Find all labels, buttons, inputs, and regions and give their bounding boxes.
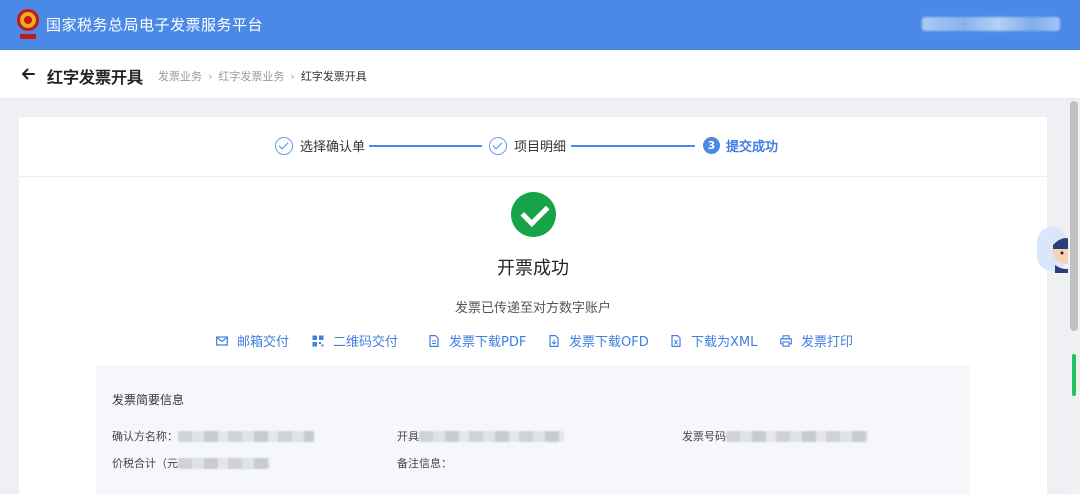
invoice-summary-panel: 发票简要信息 确认方名称： 开具 发票号码 价税合计（元 备注信息： [96, 365, 970, 494]
result-subtitle: 发票已传递至对方数字账户 [454, 301, 611, 316]
user-info-redacted[interactable] [922, 17, 1060, 31]
breadcrumb-item[interactable]: 红字发票业务 [218, 68, 284, 84]
step-connector [571, 145, 695, 147]
breadcrumb-item[interactable]: 发票业务 [158, 68, 202, 84]
app-title: 国家税务总局电子发票服务平台 [46, 16, 264, 34]
top-bar: 国家税务总局电子发票服务平台 [0, 0, 1080, 50]
check-circle-icon [275, 136, 293, 155]
redacted-value [726, 430, 868, 442]
progress-steps: 选择确认单 项目明细 3 提交成功 [19, 117, 1047, 177]
field-label: 确认方名称： [112, 430, 178, 443]
vertical-scrollbar[interactable] [1068, 99, 1080, 494]
step-label: 选择确认单 [300, 140, 366, 155]
action-label: 发票下载PDF [449, 335, 527, 350]
step-label: 提交成功 [726, 140, 779, 155]
pdf-file-icon [429, 334, 439, 347]
remark-field: 备注信息： [397, 455, 452, 471]
printer-icon [780, 334, 792, 347]
action-label: 二维码交付 [333, 335, 399, 350]
download-xml-button[interactable]: 下载为XML [670, 331, 757, 350]
print-invoice-button[interactable]: 发票打印 [780, 331, 853, 350]
breadcrumb: 发票业务 › 红字发票业务 › 红字发票开具 [158, 68, 367, 84]
tax-emblem-logo [17, 9, 39, 39]
issue-date-field: 开具 [397, 428, 564, 444]
field-label: 发票号码 [682, 430, 726, 443]
field-label: 开具 [397, 430, 419, 443]
qrcode-delivery-button[interactable]: 二维码交付 [312, 331, 398, 350]
mail-icon [216, 335, 228, 346]
ofd-file-icon [549, 334, 559, 347]
success-check-icon [511, 192, 556, 237]
field-label: 价税合计（元 [112, 457, 178, 470]
action-label: 邮箱交付 [237, 335, 290, 350]
step-connector [369, 145, 482, 147]
main-card: 选择确认单 项目明细 3 提交成功 开票成功 发票已传递至对方数字账户 邮箱交付… [19, 117, 1047, 494]
confirm-party-field: 确认方名称： [112, 428, 314, 444]
redacted-value [419, 430, 564, 442]
download-pdf-button[interactable]: 发票下载PDF [428, 331, 526, 350]
invoice-number-field: 发票号码 [682, 428, 868, 444]
page-title: 红字发票开具 [47, 68, 144, 87]
field-label: 备注信息： [397, 457, 452, 470]
redacted-value [178, 457, 270, 469]
action-label: 发票下载OFD [569, 335, 649, 350]
total-amount-field: 价税合计（元 [112, 455, 270, 471]
chevron-right-icon: › [290, 69, 295, 83]
step-number-badge: 3 [703, 137, 720, 154]
check-circle-icon [489, 136, 507, 155]
redacted-value [178, 430, 314, 442]
page-header: 红字发票开具 发票业务 › 红字发票业务 › 红字发票开具 [0, 50, 1080, 99]
download-ofd-button[interactable]: 发票下载OFD [548, 331, 649, 350]
step-item-details: 项目明细 [489, 136, 566, 155]
step-label: 项目明细 [514, 140, 567, 155]
email-delivery-button[interactable]: 邮箱交付 [216, 331, 289, 350]
result-title: 开票成功 [497, 258, 569, 279]
delivery-actions: 邮箱交付 二维码交付 发票下载PDF 发票下载OFD 下载为XML 发票打印 [19, 331, 1047, 351]
scroll-indicator [1072, 354, 1076, 396]
chevron-right-icon: › [208, 69, 213, 83]
action-label: 下载为XML [691, 335, 758, 350]
action-label: 发票打印 [801, 335, 854, 350]
xml-file-icon [671, 334, 681, 347]
qrcode-icon [312, 335, 324, 346]
step-submit-success: 3 提交成功 [703, 136, 778, 155]
arrow-left-icon[interactable] [20, 66, 36, 82]
breadcrumb-current: 红字发票开具 [300, 70, 367, 83]
step-select-confirmation: 选择确认单 [275, 136, 365, 155]
summary-title: 发票简要信息 [112, 393, 185, 407]
scrollbar-thumb[interactable] [1070, 101, 1078, 331]
